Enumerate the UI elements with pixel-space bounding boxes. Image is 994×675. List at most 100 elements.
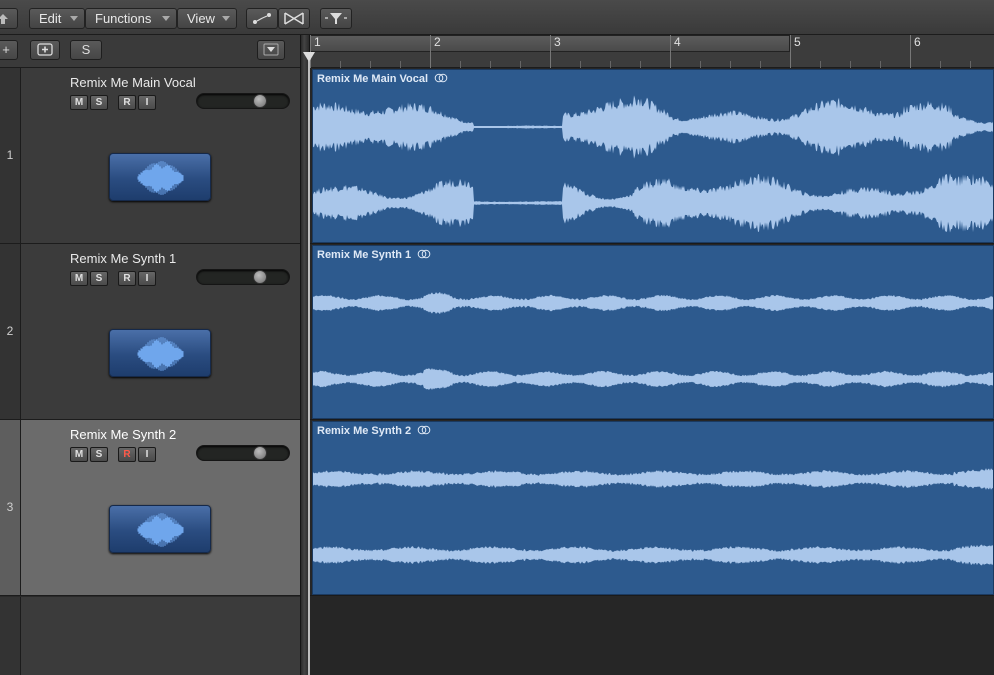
chevron-down-icon [162,16,170,21]
waveform [313,95,993,233]
record-enable-button[interactable]: R [118,95,136,110]
playhead-line [308,60,310,675]
audio-waveform-icon[interactable] [109,329,211,377]
bar-tick [790,35,791,68]
beat-tick [460,61,461,68]
functions-menu[interactable]: Functions [85,8,177,29]
new-track-with-same-setting-button[interactable] [30,40,60,60]
beat-tick [970,61,971,68]
edit-menu[interactable]: Edit [29,8,85,29]
audio-region[interactable]: Remix Me Synth 1 [312,245,994,419]
record-enable-button[interactable]: R [118,447,136,462]
add-track-button[interactable]: + [0,40,18,60]
mute-button[interactable]: M [70,271,88,286]
bar-ruler[interactable]: 1 2 3 4 5 6 [310,35,994,68]
catch-filter-icon [325,13,347,24]
beat-tick [370,61,371,68]
audio-region[interactable]: Remix Me Synth 2 [312,421,994,595]
volume-slider[interactable] [196,269,290,285]
bar-number: 4 [674,35,681,49]
bar-number: 6 [914,35,921,49]
toolbar: Edit Functions View [0,0,994,35]
bar-number: 1 [314,35,321,49]
input-monitoring-button[interactable]: I [138,271,156,286]
mute-button[interactable]: M [70,95,88,110]
beat-tick [610,61,611,68]
add-track-label: + [2,42,10,57]
volume-slider[interactable] [196,445,290,461]
bar-number: 3 [554,35,561,49]
beat-tick [940,61,941,68]
crossfade-icon [284,12,304,25]
solo-button[interactable]: S [90,447,108,462]
track-number-column [0,597,21,675]
mute-button[interactable]: M [70,447,88,462]
track-name[interactable]: Remix Me Main Vocal [70,75,196,90]
track-name[interactable]: Remix Me Synth 1 [70,251,176,266]
solo-button[interactable]: S [90,95,108,110]
volume-slider-knob[interactable] [253,446,267,460]
audio-region[interactable]: Remix Me Main Vocal [312,69,994,243]
beat-tick [880,61,881,68]
waveform-channel [313,368,993,390]
functions-menu-label: Functions [95,11,152,26]
waveform-channel [313,468,993,490]
audio-waveform-icon[interactable] [109,153,211,201]
back-arrow-button[interactable] [0,8,18,29]
waveform [313,292,993,390]
waveform-channel [313,544,993,566]
track-header[interactable]: 1 Remix Me Main Vocal M S R I [0,68,300,244]
new-track-icon [37,43,53,56]
track-header[interactable]: 3 Remix Me Synth 2 MSRI [0,420,300,596]
crossfade-button[interactable] [278,8,310,29]
track-number: 3 [0,420,21,595]
catch-filter-button[interactable] [320,8,352,29]
waveform [313,468,993,566]
audio-waveform-icon[interactable] [109,505,211,553]
beat-tick [520,61,521,68]
input-monitoring-button[interactable]: I [138,95,156,110]
track-number: 2 [0,244,21,419]
solo-button[interactable]: S [90,271,108,286]
bar-tick [430,35,431,68]
track-number: 1 [0,68,21,243]
track-lane[interactable]: Remix Me Main Vocal [310,68,994,244]
volume-slider[interactable] [196,93,290,109]
input-monitoring-button[interactable]: I [138,447,156,462]
beat-tick [700,61,701,68]
bar-tick [910,35,911,68]
automation-curve-button[interactable] [246,8,278,29]
track-header-toolbar: + S [0,35,300,68]
volume-slider-knob[interactable] [253,270,267,284]
arrange-area[interactable]: Remix Me Main Vocal Remix Me Synth 1 Remix… [310,68,994,675]
track-header[interactable]: 2 Remix Me Synth 1 MSRI [0,244,300,420]
beat-tick [400,61,401,68]
waveform-channel [313,292,993,314]
volume-slider-knob[interactable] [253,94,267,108]
view-menu[interactable]: View [177,8,237,29]
global-solo-label: S [81,42,91,57]
beat-tick [490,61,491,68]
beat-tick [820,61,821,68]
bar-tick [550,35,551,68]
beat-tick [340,61,341,68]
global-solo-button[interactable]: S [70,40,102,60]
track-header-menu-button[interactable] [257,40,285,60]
beat-tick [730,61,731,68]
beat-tick [760,61,761,68]
waveform-channel [313,173,993,233]
track-lane[interactable]: Remix Me Synth 1 [310,244,994,420]
bar-number: 5 [794,35,801,49]
bar-tick [670,35,671,68]
edit-menu-label: Edit [39,11,62,26]
chevron-down-icon [222,16,230,21]
view-menu-label: View [187,11,215,26]
waveform-channel [313,95,993,159]
beat-tick [580,61,581,68]
beat-tick [850,61,851,68]
track-lane[interactable]: Remix Me Synth 2 [310,420,994,596]
empty-track-area [0,597,300,675]
track-name[interactable]: Remix Me Synth 2 [70,427,176,442]
record-enable-button[interactable]: R [118,271,136,286]
bar-number: 2 [434,35,441,49]
